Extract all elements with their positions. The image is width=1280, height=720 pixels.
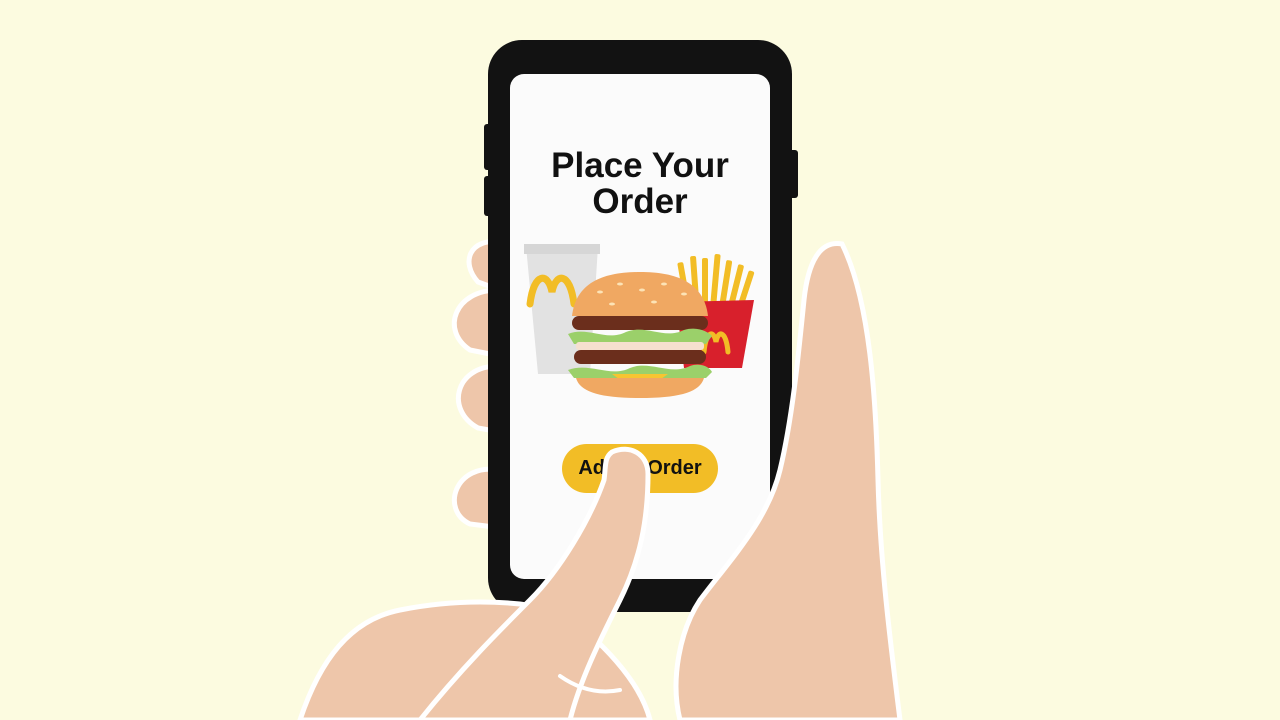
order-screen: Place Your Order Add to Order	[510, 74, 770, 579]
page-title: Place Your Order	[510, 148, 770, 220]
title-line-1: Place Your	[551, 146, 729, 185]
title-line-2: Order	[592, 182, 688, 221]
scene: Place Your Order Add to Order	[0, 0, 1280, 720]
add-to-order-button[interactable]: Add to Order	[562, 444, 718, 493]
